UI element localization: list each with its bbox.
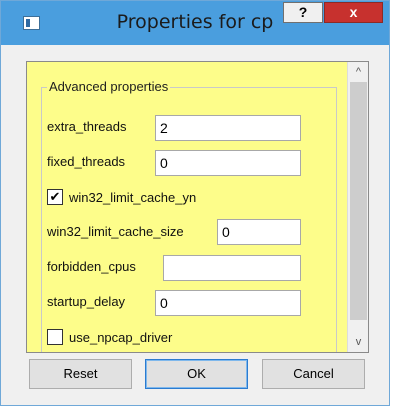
forbidden-cpus-label: forbidden_cpus — [47, 259, 136, 274]
extra-threads-input[interactable] — [155, 115, 301, 141]
startup-delay-input[interactable] — [155, 290, 301, 316]
use-npcap-driver-label: use_npcap_driver — [69, 330, 173, 345]
dialog-body: Advanced properties extra_threads fixed_… — [9, 45, 381, 402]
win32-limit-cache-yn-label: win32_limit_cache_yn — [69, 190, 197, 205]
ok-button[interactable]: OK — [145, 359, 248, 389]
scroll-down-arrow-icon[interactable]: v — [348, 332, 368, 352]
startup-delay-label: startup_delay — [47, 294, 126, 309]
properties-scroll-area[interactable]: Advanced properties extra_threads fixed_… — [26, 61, 369, 353]
group-title: Advanced properties — [47, 79, 171, 94]
win32-limit-cache-yn-checkbox[interactable]: ✔ — [47, 189, 63, 205]
fixed-threads-label: fixed_threads — [47, 154, 126, 169]
title-bar[interactable]: Properties for cp ? x — [1, 1, 389, 45]
extra-threads-label: extra_threads — [47, 119, 127, 134]
use-npcap-driver-checkbox[interactable] — [47, 329, 63, 345]
properties-window: Properties for cp ? x Advanced propertie… — [0, 0, 390, 406]
close-button[interactable]: x — [324, 2, 383, 23]
reset-button[interactable]: Reset — [29, 359, 132, 389]
forbidden-cpus-input[interactable] — [163, 255, 301, 281]
vertical-scrollbar[interactable]: ^ v — [347, 62, 368, 352]
cancel-button[interactable]: Cancel — [262, 359, 365, 389]
fixed-threads-input[interactable] — [155, 150, 301, 176]
help-button[interactable]: ? — [283, 2, 323, 23]
win32-limit-cache-size-label: win32_limit_cache_size — [47, 224, 184, 239]
scroll-up-arrow-icon[interactable]: ^ — [348, 62, 368, 82]
properties-panel: Advanced properties extra_threads fixed_… — [27, 62, 347, 352]
scrollbar-thumb[interactable] — [350, 82, 367, 320]
win32-limit-cache-size-input[interactable] — [217, 219, 301, 245]
